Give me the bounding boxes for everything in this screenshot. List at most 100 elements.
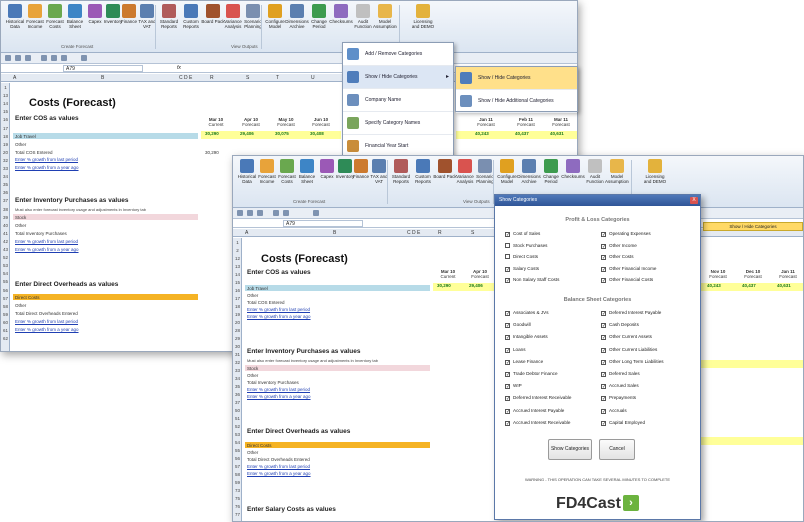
col-a[interactable]: A [13, 75, 16, 81]
row-number[interactable]: 20 [1, 150, 10, 155]
category-checkbox[interactable]: ✓ Cash Deposits [601, 322, 639, 329]
row-number[interactable]: 32 [233, 360, 242, 365]
sum-icon[interactable] [81, 55, 87, 61]
print-icon[interactable] [273, 210, 279, 216]
ribbon-button-checksums[interactable]: Checksums [561, 159, 585, 179]
link-growth-year[interactable]: Enter % growth from a year ago [15, 165, 79, 170]
ribbon-button-standard-reports[interactable]: Standard Reports [389, 159, 413, 184]
checked-icon[interactable]: ✓ [505, 311, 510, 317]
row-number[interactable]: 53 [233, 432, 242, 437]
category-checkbox[interactable]: ✓ Loans [505, 347, 526, 353]
checked-icon[interactable]: ✓ [601, 372, 606, 378]
category-checkbox[interactable]: ✓ Prepayments [601, 395, 636, 402]
bold-icon[interactable] [51, 55, 57, 61]
row-number[interactable]: 17 [233, 296, 242, 301]
col-t[interactable]: T [276, 75, 279, 81]
checked-icon[interactable]: ✓ [505, 335, 510, 341]
redo-icon[interactable] [257, 210, 263, 216]
menu-specify-category-names[interactable]: Specify Category Names [343, 112, 453, 135]
job-travel-value[interactable]: 40,631 [550, 131, 564, 136]
category-checkbox[interactable]: ✓ Capital Employed [601, 420, 645, 426]
job-travel-value[interactable]: 40,243 [707, 283, 721, 288]
row-number[interactable]: 34 [233, 376, 242, 381]
category-checkbox[interactable]: ✓ Associates & JVs [505, 310, 549, 317]
category-checkbox[interactable]: ✓ Accruals [601, 408, 627, 414]
job-travel-value[interactable]: 30,075 [275, 131, 289, 136]
category-checkbox[interactable]: ✓ Deferred Interest Receivable [505, 395, 571, 402]
category-checkbox[interactable]: ✓ Accrued Interest Payable [505, 408, 564, 414]
menu-add-remove-categories[interactable]: Add / Remove Categories [343, 43, 453, 66]
row-number[interactable]: 75 [233, 496, 242, 501]
row-number[interactable]: 30 [233, 344, 242, 349]
checked-icon[interactable]: ✓ [505, 420, 510, 426]
checked-icon[interactable]: ✓ [505, 372, 510, 378]
sum-icon[interactable] [313, 210, 319, 216]
row-number[interactable]: 54 [233, 440, 242, 445]
job-travel-value[interactable]: 29,406 [469, 283, 483, 288]
row-number[interactable]: 58 [1, 304, 10, 309]
ribbon-button-licensing-and-demo[interactable]: Licensing and DEMO [643, 159, 667, 184]
ribbon-button-dimensions-archive[interactable]: Dimensions Archive [517, 159, 541, 184]
category-checkbox[interactable]: ✓ Non Salary Staff Costs [505, 277, 559, 284]
ribbon-button-dimensions-archive[interactable]: Dimensions Archive [285, 4, 309, 29]
checked-icon[interactable]: ✓ [601, 420, 606, 426]
checked-icon[interactable]: ✓ [601, 384, 606, 390]
row-number[interactable]: 33 [1, 166, 10, 171]
checked-icon[interactable]: ✓ [505, 408, 510, 414]
row-number[interactable]: 55 [233, 448, 242, 453]
cancel-button[interactable]: Cancel [599, 439, 635, 460]
redo-icon[interactable] [25, 55, 31, 61]
row-number[interactable]: 37 [233, 400, 242, 405]
category-checkbox[interactable]: ✓ Trade Debtor Finance [505, 371, 558, 378]
row-number[interactable]: 35 [233, 384, 242, 389]
job-travel-value[interactable]: 40,437 [515, 131, 529, 136]
category-checkbox[interactable]: ✓ Salary Costs [505, 266, 539, 272]
row-number[interactable]: 56 [1, 288, 10, 293]
row-number[interactable]: 15 [233, 280, 242, 285]
row-number[interactable]: 28 [233, 328, 242, 333]
name-box-front[interactable]: A79 [283, 220, 363, 227]
category-checkbox[interactable]: ✓ Lease Finance [505, 359, 543, 365]
category-checkbox[interactable]: ✓ Other Financial Costs [601, 277, 653, 284]
row-number[interactable]: 40 [1, 223, 10, 228]
checked-icon[interactable]: ✓ [601, 255, 606, 261]
row-number[interactable]: 14 [233, 272, 242, 277]
row-number[interactable]: 20 [233, 320, 242, 325]
row-number[interactable]: 34 [1, 174, 10, 179]
category-checkbox[interactable]: ✓ Other Current Assets [601, 334, 652, 341]
category-checkbox[interactable]: Direct Costs [505, 254, 538, 259]
row-number[interactable]: 52 [1, 255, 10, 260]
link-growth-last-oh[interactable]: Enter % growth from last period [247, 464, 310, 469]
row-number[interactable]: 53 [1, 263, 10, 268]
row-number[interactable]: 76 [233, 504, 242, 509]
row-number[interactable]: 17 [1, 126, 10, 131]
submenu-show-hide-additional[interactable]: Show / Hide Additional Categories [456, 90, 577, 113]
row-number[interactable]: 12 [233, 256, 242, 261]
row-number[interactable]: 1 [233, 240, 242, 245]
category-checkbox[interactable]: ✓ Goodwill [505, 322, 531, 329]
job-travel-value[interactable]: 40,243 [475, 131, 489, 136]
checked-icon[interactable]: ✓ [601, 347, 606, 353]
row-number[interactable]: 39 [1, 215, 10, 220]
checked-icon[interactable]: ✓ [505, 232, 510, 238]
col-r[interactable]: R [210, 75, 214, 81]
row-number[interactable]: 37 [1, 198, 10, 203]
row-number[interactable]: 14 [1, 101, 10, 106]
checked-icon[interactable]: ✓ [601, 243, 606, 249]
row-number[interactable]: 77 [233, 512, 242, 517]
row-number[interactable]: 60 [1, 320, 10, 325]
category-checkbox[interactable]: ✓ Deferred Interest Payable [601, 310, 661, 317]
row-number[interactable]: 62 [1, 336, 10, 341]
checked-icon[interactable]: ✓ [505, 384, 510, 390]
checked-icon[interactable]: ✓ [601, 278, 606, 284]
show-categories-button[interactable]: Show Categories [548, 439, 592, 460]
row-number[interactable]: 52 [233, 424, 242, 429]
row-number[interactable]: 33 [233, 368, 242, 373]
input-cells-oh[interactable] [701, 437, 803, 445]
link-growth-year-oh[interactable]: Enter % growth from a year ago [15, 327, 79, 332]
checked-icon[interactable]: ✓ [505, 359, 510, 365]
row-number[interactable]: 59 [1, 312, 10, 317]
category-checkbox[interactable]: ✓ Other Long Term Liabilities [601, 359, 664, 365]
category-checkbox[interactable]: ✓ Other Costs [601, 254, 634, 261]
ribbon-button-audit-function[interactable]: Audit Function [351, 4, 375, 29]
